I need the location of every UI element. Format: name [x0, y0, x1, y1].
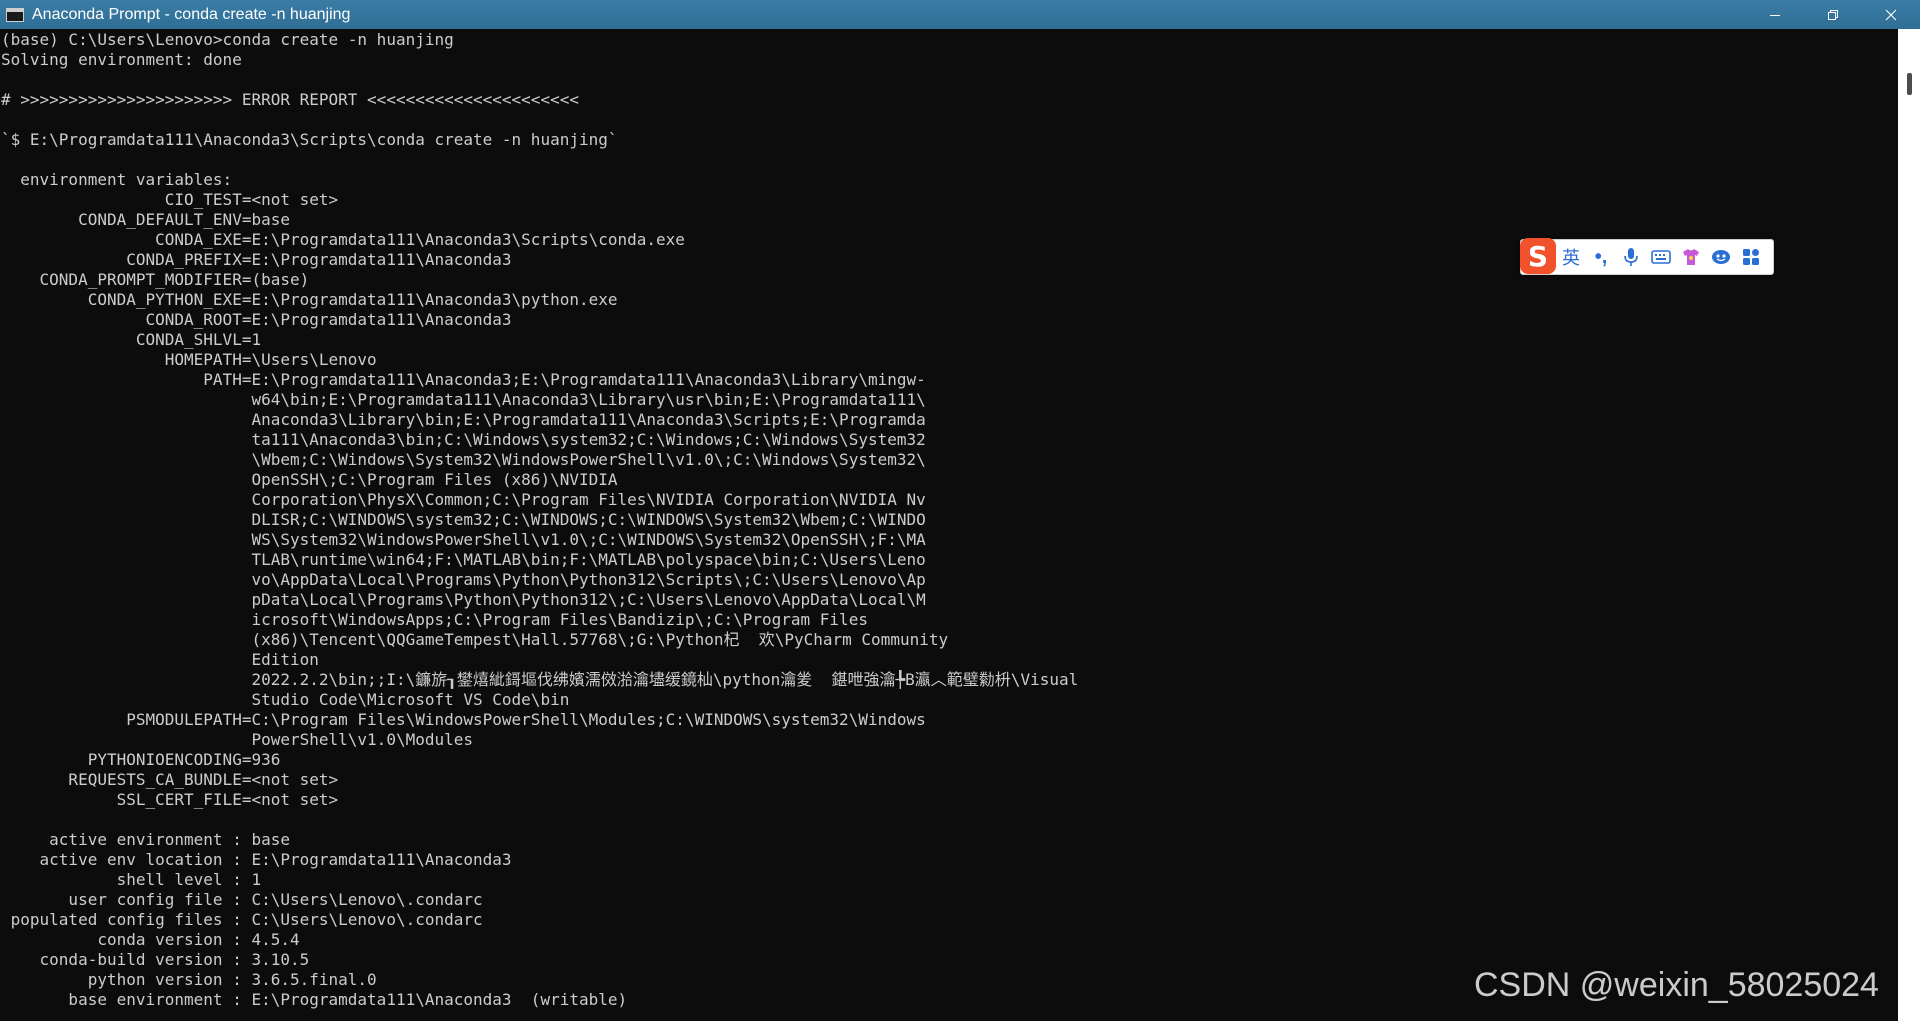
console-line: CONDA_DEFAULT_ENV=base — [1, 210, 290, 229]
scrollbar-thumb[interactable] — [1907, 73, 1912, 95]
console-line: ta111\Anaconda3\bin;C:\Windows\system32;… — [1, 430, 926, 449]
console-line: Anaconda3\Library\bin;E:\Programdata111\… — [1, 410, 926, 429]
console-line: icrosoft\WindowsApps;C:\Program Files\Ba… — [1, 610, 868, 629]
console-app-icon — [6, 7, 24, 22]
console-line: CIO_TEST=<not set> — [1, 190, 339, 209]
restore-icon — [1828, 9, 1838, 20]
console-line: PSMODULEPATH=C:\Program Files\WindowsPow… — [1, 710, 926, 729]
console-line: Edition — [1, 650, 319, 669]
vertical-scrollbar[interactable] — [1898, 29, 1920, 1021]
console-line: active environment : base — [1, 830, 290, 849]
console-line: PowerShell\v1.0\Modules — [1, 730, 474, 749]
console-line: pData\Local\Programs\Python\Python312\;C… — [1, 590, 926, 609]
console-line: OpenSSH\;C:\Program Files (x86)\NVIDIA — [1, 470, 618, 489]
console-line: CONDA_ROOT=E:\Programdata111\Anaconda3 — [1, 310, 512, 329]
console-line: PYTHONIOENCODING=936 — [1, 750, 281, 769]
console-line: `$ E:\Programdata111\Anaconda3\Scripts\c… — [1, 130, 618, 149]
console-line: shell level : 1 — [1, 870, 262, 889]
microphone-icon[interactable] — [1616, 240, 1646, 274]
console-line: populated config files : C:\Users\Lenovo… — [1, 910, 483, 929]
ime-language-toggle[interactable]: 英 — [1556, 240, 1586, 274]
console-line: \Wbem;C:\Windows\System32\WindowsPowerSh… — [1, 450, 926, 469]
restore-button[interactable] — [1804, 0, 1862, 29]
close-icon — [1885, 9, 1897, 20]
console-line: Studio Code\Microsoft VS Code\bin — [1, 690, 570, 709]
window-controls — [1746, 0, 1920, 29]
console-line: (base) C:\Users\Lenovo>conda create -n h… — [1, 30, 454, 49]
skin-icon[interactable] — [1676, 240, 1706, 274]
ime-toolbar[interactable]: S 英 •, — [1520, 238, 1774, 275]
keyboard-icon[interactable] — [1646, 240, 1676, 274]
console-line: Corporation\PhysX\Common;C:\Program File… — [1, 490, 926, 509]
console-line: CONDA_SHLVL=1 — [1, 330, 262, 349]
minimize-button[interactable] — [1746, 0, 1804, 29]
console-line: w64\bin;E:\Programdata111\Anaconda3\Libr… — [1, 390, 926, 409]
window-title: Anaconda Prompt - conda create -n huanji… — [32, 5, 351, 23]
console-line: vo\AppData\Local\Programs\Python\Python3… — [1, 570, 926, 589]
console-line: Solving environment: done — [1, 50, 242, 69]
console-line: PATH=E:\Programdata111\Anaconda3;E:\Prog… — [1, 370, 926, 389]
console-line: conda version : 4.5.4 — [1, 930, 300, 949]
ime-punctuation-toggle[interactable]: •, — [1586, 240, 1616, 274]
console-line: 2022.2.2\bin;;I:\鐮旂┒鐢熺紪鎶塸伐绋嬪濡傚湁瀹壗缓鏡杣\pyt… — [1, 670, 1079, 689]
console-line: active env location : E:\Programdata111\… — [1, 850, 512, 869]
emoji-icon[interactable] — [1706, 240, 1736, 274]
csdn-watermark: CSDN @weixin_58025024 — [1474, 966, 1879, 1004]
console-line: HOMEPATH=\Users\Lenovo — [1, 350, 377, 369]
console-line: REQUESTS_CA_BUNDLE=<not set> — [1, 770, 339, 789]
console-line: # >>>>>>>>>>>>>>>>>>>>>> ERROR REPORT <<… — [1, 90, 579, 109]
console-line: CONDA_PYTHON_EXE=E:\Programdata111\Anaco… — [1, 290, 618, 309]
console-line: TLAB\runtime\win64;F:\MATLAB\bin;F:\MATL… — [1, 550, 926, 569]
console-output[interactable]: (base) C:\Users\Lenovo>conda create -n h… — [0, 30, 1898, 1021]
title-bar[interactable]: Anaconda Prompt - conda create -n huanji… — [0, 0, 1920, 29]
console-line: (x86)\Tencent\QQGameTempest\Hall.57768\;… — [1, 630, 949, 649]
console-line: WS\System32\WindowsPowerShell\v1.0\;C:\W… — [1, 530, 926, 549]
console-line: DLISR;C:\WINDOWS\system32;C:\WINDOWS;C:\… — [1, 510, 926, 529]
console-line: user config file : C:\Users\Lenovo\.cond… — [1, 890, 483, 909]
console-line: SSL_CERT_FILE=<not set> — [1, 790, 339, 809]
minimize-icon — [1770, 14, 1780, 16]
close-button[interactable] — [1862, 0, 1920, 29]
grid-icon[interactable] — [1736, 240, 1766, 274]
anaconda-prompt-window: Anaconda Prompt - conda create -n huanji… — [0, 0, 1920, 1021]
console-line: environment variables: — [1, 170, 233, 189]
sogou-logo-icon[interactable]: S — [1520, 238, 1556, 274]
